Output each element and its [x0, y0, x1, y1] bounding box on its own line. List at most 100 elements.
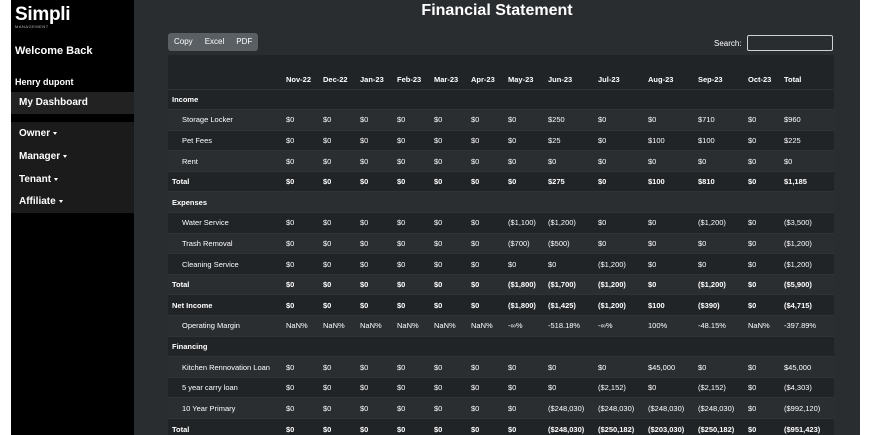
sidebar-item-owner-label: Owner — [19, 128, 51, 139]
table-cell: ($248,030) — [595, 397, 645, 419]
column-header[interactable]: Jul-23 — [595, 55, 645, 89]
table-cell — [283, 335, 320, 357]
table-cell: ($1,200) — [695, 273, 745, 295]
table-cell: NaN% — [357, 315, 394, 337]
table-cell — [781, 335, 834, 357]
table-cell: ($5,900) — [781, 273, 834, 295]
table-cell: ($700) — [505, 232, 545, 254]
table-cell: $0 — [645, 273, 695, 295]
table-cell: $0 — [394, 273, 431, 295]
row-label: Income — [168, 88, 283, 110]
financial-table-container: Nov-22 Dec-22 Jan-23 Feb-23 Mar-23 Apr-23 May-… — [168, 55, 834, 435]
table-cell: $0 — [745, 170, 781, 192]
sidebar-item-affiliate-label: Affiliate — [19, 196, 56, 207]
table-cell: $0 — [320, 356, 357, 378]
table-cell: $0 — [357, 232, 394, 254]
column-header[interactable]: Total — [781, 55, 834, 89]
app-logo[interactable]: Simpli — [15, 4, 71, 26]
table-cell: $0 — [357, 273, 394, 295]
row-label: Storage Locker — [168, 109, 283, 131]
table-cell: $1,185 — [781, 170, 834, 192]
search-input[interactable] — [747, 35, 833, 51]
table-cell — [505, 191, 545, 213]
table-cell: $45,000 — [645, 356, 695, 378]
table-cell: $45,000 — [781, 356, 834, 378]
table-cell: $0 — [745, 273, 781, 295]
pdf-button[interactable]: PDF — [230, 33, 258, 51]
table-cell: ($4,715) — [781, 294, 834, 316]
table-cell: $0 — [431, 212, 468, 234]
table-cell: $0 — [394, 109, 431, 131]
column-header-label[interactable] — [168, 55, 283, 89]
sidebar-item-affiliate[interactable]: Affiliate — [19, 196, 63, 207]
table-cell: $0 — [468, 356, 505, 378]
table-cell: ($248,030) — [645, 397, 695, 419]
table-cell: $0 — [645, 150, 695, 172]
table-cell — [283, 88, 320, 110]
column-header[interactable]: May-23 — [505, 55, 545, 89]
table-cell: $0 — [745, 418, 781, 435]
table-cell — [645, 335, 695, 357]
table-cell: $0 — [595, 356, 645, 378]
sidebar-item-manager[interactable]: Manager — [19, 151, 68, 162]
table-cell: $0 — [505, 418, 545, 435]
row-label: Pet Fees — [168, 129, 283, 151]
table-cell: 100% — [645, 315, 695, 337]
row-label: Kitchen Rennovation Loan — [168, 356, 283, 378]
table-cell: $0 — [595, 212, 645, 234]
table-cell: $100 — [695, 129, 745, 151]
table-cell: -48.15% — [695, 315, 745, 337]
table-cell: $25 — [545, 129, 595, 151]
table-cell: $0 — [745, 129, 781, 151]
table-cell: $275 — [545, 170, 595, 192]
column-header[interactable]: Sep-23 — [695, 55, 745, 89]
table-row-item: Storage Locker $0 $0 $0 $0 $0 $0 $0 $250 $0 $0 $710… — [168, 109, 834, 131]
table-cell: $0 — [745, 232, 781, 254]
column-header[interactable]: Mar-23 — [431, 55, 468, 89]
table-cell: ($1,200) — [595, 294, 645, 316]
table-cell: $0 — [468, 232, 505, 254]
table-cell: $0 — [394, 418, 431, 435]
table-cell: $0 — [320, 109, 357, 131]
table-body: Income Storage Locker $0 $0 $0 $0 $0 $0 $0 $250 $0… — [168, 88, 834, 435]
column-header[interactable]: Nov-22 — [283, 55, 320, 89]
table-cell — [505, 88, 545, 110]
column-header[interactable]: Dec-22 — [320, 55, 357, 89]
table-cell — [357, 88, 394, 110]
table-cell: $0 — [357, 253, 394, 275]
table-cell: -∞% — [505, 315, 545, 337]
table-cell: $0 — [431, 376, 468, 398]
table-cell — [357, 335, 394, 357]
excel-button[interactable]: Excel — [199, 33, 231, 51]
sidebar-item-my-dashboard[interactable]: My Dashboard — [11, 92, 134, 114]
table-cell — [431, 191, 468, 213]
copy-button[interactable]: Copy — [168, 33, 199, 51]
column-header[interactable]: Aug-23 — [645, 55, 695, 89]
table-cell: $0 — [357, 294, 394, 316]
table-cell: $0 — [695, 150, 745, 172]
table-row-item: Trash Removal $0 $0 $0 $0 $0 $0 ($700) ($500) $0 $… — [168, 232, 834, 254]
column-header[interactable]: Feb-23 — [394, 55, 431, 89]
sidebar-item-owner[interactable]: Owner — [19, 128, 58, 139]
column-header[interactable]: Jun-23 — [545, 55, 595, 89]
table-cell: $0 — [320, 294, 357, 316]
table-cell: $0 — [357, 397, 394, 419]
table-cell: -518.18% — [545, 315, 595, 337]
column-header[interactable]: Oct-23 — [745, 55, 781, 89]
table-cell: $0 — [394, 253, 431, 275]
sidebar-menu: Owner Manager Tenant Affiliate — [11, 122, 134, 213]
table-row-item: Rent $0 $0 $0 $0 $0 $0 $0 $0 $0 $0 $0 $0 $0 — [168, 150, 834, 172]
column-header[interactable]: Jan-23 — [357, 55, 394, 89]
table-cell — [320, 335, 357, 357]
table-cell: $0 — [320, 253, 357, 275]
row-label: Water Service — [168, 212, 283, 234]
table-cell: $0 — [283, 376, 320, 398]
table-cell: $0 — [468, 376, 505, 398]
table-cell: $0 — [431, 273, 468, 295]
sidebar-item-tenant[interactable]: Tenant — [19, 174, 59, 185]
table-cell: $0 — [357, 109, 394, 131]
table-cell: $0 — [394, 397, 431, 419]
table-row-section: Income — [168, 88, 834, 110]
column-header[interactable]: Apr-23 — [468, 55, 505, 89]
table-cell: $225 — [781, 129, 834, 151]
